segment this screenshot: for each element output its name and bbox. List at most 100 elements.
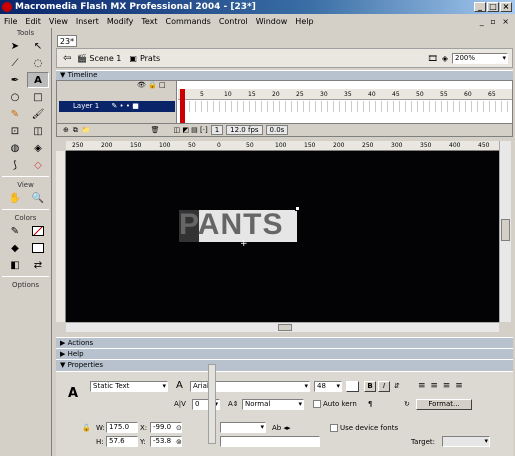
pen-tool-icon[interactable]: ✒ — [4, 72, 26, 88]
line-tool-icon[interactable]: ⟋ — [4, 55, 26, 71]
lock-icon[interactable]: 🔓 — [82, 424, 91, 432]
hand-tool-icon[interactable]: ✋ — [4, 190, 26, 206]
ruler-tick-label: 250 — [72, 142, 84, 149]
brush-tool-icon[interactable]: 🖌 — [27, 106, 49, 122]
doc-window-controls[interactable]: _ ▫ × — [476, 17, 515, 26]
rectangle-tool-icon[interactable]: □ — [27, 89, 49, 105]
delete-layer-icon[interactable]: 🗑 — [151, 126, 160, 134]
fill-color-swatch[interactable] — [27, 240, 49, 256]
timeline-header[interactable]: ▼ Timeline — [56, 70, 513, 80]
help-panel-bar[interactable]: ▶ Help — [56, 348, 513, 359]
stage-canvas[interactable]: PANTS + — [66, 151, 499, 322]
panel-splitter[interactable] — [208, 364, 216, 444]
stroke-color-icon[interactable]: ✎ — [4, 223, 26, 239]
auto-kern-checkbox[interactable]: Auto kern — [313, 400, 357, 408]
height-field[interactable]: 57.6 — [106, 436, 138, 447]
add-layer-icon[interactable]: ⊕ — [63, 126, 69, 134]
menu-text[interactable]: Text — [137, 17, 161, 26]
lasso-tool-icon[interactable]: ◌ — [27, 55, 49, 71]
pants-text[interactable]: PANTS — [179, 208, 283, 242]
font-size-field[interactable]: 48 — [314, 381, 342, 392]
selectable-icon[interactable]: Ab ◂▸ — [272, 424, 290, 432]
subselect-tool-icon[interactable]: ↖ — [27, 38, 49, 54]
add-folder-icon[interactable]: 📁 — [82, 126, 91, 134]
frame-row[interactable] — [178, 101, 512, 112]
text-color-swatch[interactable] — [346, 381, 359, 392]
use-device-fonts-checkbox[interactable]: Use device fonts — [330, 424, 398, 432]
menu-control[interactable]: Control — [215, 17, 252, 26]
free-transform-tool-icon[interactable]: ⊡ — [4, 123, 26, 139]
menu-file[interactable]: File — [0, 17, 21, 26]
symbol-link[interactable]: Prats — [140, 54, 160, 63]
text-tool-big-icon: A — [68, 386, 79, 401]
minimize-button[interactable]: _ — [474, 2, 486, 12]
text-type-select[interactable]: Static Text — [90, 381, 168, 392]
symbol-icon: ▣ — [129, 53, 137, 63]
document-tab[interactable]: 23* — [57, 35, 77, 47]
fill-transform-tool-icon[interactable]: ◫ — [27, 123, 49, 139]
ink-bottle-tool-icon[interactable]: ◍ — [4, 140, 26, 156]
oval-tool-icon[interactable]: ○ — [4, 89, 26, 105]
vertical-scroll-thumb[interactable] — [501, 219, 510, 241]
properties-panel-bar[interactable]: ▼ Properties — [56, 359, 513, 371]
stroke-color-swatch[interactable] — [27, 223, 49, 239]
eyedropper-tool-icon[interactable]: ⟆ — [4, 157, 26, 173]
close-button[interactable]: × — [500, 2, 512, 12]
vertical-scrollbar[interactable] — [499, 141, 511, 322]
back-arrow-icon[interactable]: ⇦ — [63, 53, 71, 64]
format-button[interactable]: Format... — [416, 399, 472, 410]
frame-tick-label: 65 — [488, 91, 496, 98]
horizontal-scrollbar[interactable] — [66, 322, 499, 332]
menu-commands[interactable]: Commands — [162, 17, 215, 26]
zoom-select[interactable]: 200% — [452, 52, 508, 64]
ruler-tick-label: 150 — [304, 142, 316, 149]
menu-insert[interactable]: Insert — [72, 17, 103, 26]
menu-edit[interactable]: Edit — [21, 17, 45, 26]
italic-button[interactable]: I — [378, 381, 390, 392]
scene-link[interactable]: Scene 1 — [89, 54, 121, 63]
maximize-button[interactable]: □ — [487, 2, 499, 12]
paint-bucket-tool-icon[interactable]: ◈ — [27, 140, 49, 156]
text-tool-icon[interactable]: A — [27, 72, 49, 88]
url-field[interactable] — [220, 422, 266, 433]
menu-help[interactable]: Help — [291, 17, 317, 26]
width-field[interactable]: 175.0 — [106, 422, 138, 433]
frame-ruler[interactable]: 5 10 15 20 25 30 35 40 45 50 55 60 65 — [178, 89, 512, 100]
menu-view[interactable]: View — [45, 17, 72, 26]
text-resize-handle[interactable] — [295, 206, 300, 211]
eraser-tool-icon[interactable]: ◇ — [27, 157, 49, 173]
character-position-select[interactable]: Normal — [242, 399, 304, 410]
font-icon: A — [176, 380, 183, 391]
spacing-icon: A|V — [174, 400, 186, 408]
layer-row[interactable]: Layer 1 ✎ • • ■ — [59, 101, 175, 112]
actions-panel-bar[interactable]: ▶ Actions — [56, 337, 513, 348]
format-options-icon[interactable]: ¶ — [368, 400, 372, 408]
pencil-tool-icon[interactable]: ✎ — [4, 106, 26, 122]
target-select[interactable] — [442, 436, 490, 447]
menu-window[interactable]: Window — [252, 17, 292, 26]
swap-colors-icon[interactable]: ⇄ — [27, 257, 49, 273]
edit-bar: ⇦ 🎬 Scene 1 ▣ Prats 🎞 ◈ 200% — [56, 48, 513, 68]
horizontal-scroll-thumb[interactable] — [278, 324, 292, 331]
edit-scene-icon[interactable]: 🎞 — [428, 54, 438, 63]
current-frame: 1 — [210, 125, 224, 135]
ruler-tick-label: 0 — [217, 142, 221, 149]
default-colors-icon[interactable]: ◧ — [4, 257, 26, 273]
rotate-icon[interactable]: ↻ — [404, 400, 410, 408]
arrow-tool-icon[interactable]: ➤ — [4, 38, 26, 54]
frame-tick-label: 50 — [416, 91, 424, 98]
registration-point: + — [240, 239, 248, 249]
add-guide-icon[interactable]: ⧉ — [73, 126, 78, 135]
url-link-field[interactable] — [220, 436, 320, 447]
frame-tick-label: 5 — [200, 91, 204, 98]
bold-button[interactable]: B — [364, 381, 376, 392]
layer-visibility-icons[interactable]: 👁 🔒 □ — [137, 81, 166, 89]
onion-skin-icons[interactable]: ◫ ◩ ▤ [·] — [173, 126, 207, 134]
zoom-tool-icon[interactable]: 🔍 — [27, 190, 49, 206]
text-direction-icon[interactable]: ⇵ — [394, 382, 400, 390]
edit-symbol-icon[interactable]: ◈ — [442, 54, 448, 63]
menu-modify[interactable]: Modify — [103, 17, 138, 26]
align-buttons[interactable]: ≡ ≡ ≡ ≡ — [418, 381, 464, 391]
colors-header: Colors — [14, 214, 37, 222]
fill-color-icon[interactable]: ◆ — [4, 240, 26, 256]
